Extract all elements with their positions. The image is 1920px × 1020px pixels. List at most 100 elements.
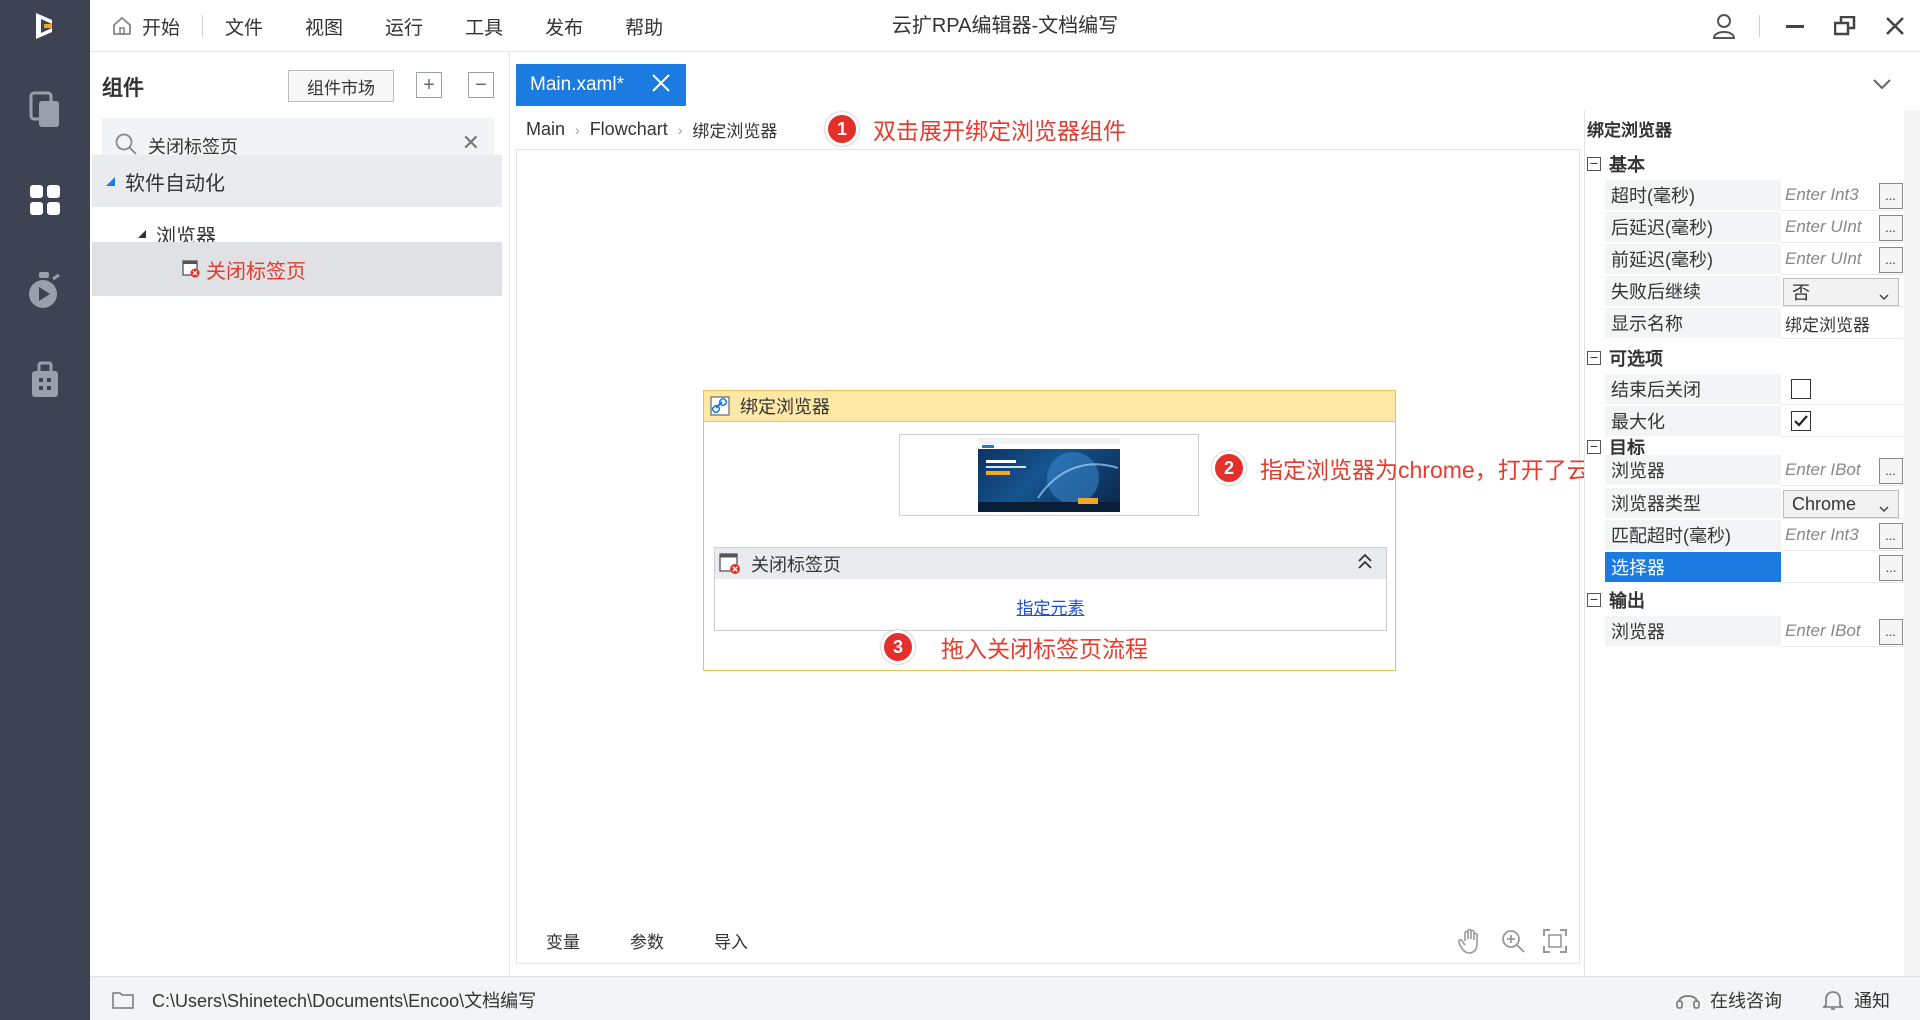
ellipsis-button[interactable]: ...: [1879, 458, 1903, 484]
indicate-element-link[interactable]: 指定元素: [715, 594, 1386, 619]
annotation-3: 3 拖入关闭标签页流程: [881, 630, 1148, 664]
prop-name: 结束后关闭: [1605, 374, 1781, 405]
prop-value-browser-type: Chrome: [1781, 488, 1903, 519]
tree-group-label: 软件自动化: [125, 172, 225, 195]
prop-row-continue-on-error: 失败后继续 否: [1605, 276, 1905, 308]
chevron-down-icon: [1878, 498, 1890, 519]
prop-value-display-name[interactable]: 绑定浏览器: [1781, 308, 1903, 339]
component-market-button[interactable]: 组件市场: [288, 70, 394, 102]
prop-value-delay-before[interactable]: Enter UInt ...: [1781, 244, 1903, 275]
section-label: 输出: [1609, 591, 1645, 611]
package-icon[interactable]: [0, 345, 90, 415]
annotation-badge: 3: [881, 630, 915, 664]
prop-row-output-browser: 浏览器 Enter IBot ...: [1605, 616, 1905, 648]
top-menu-bar: 云扩RPA编辑器-文档编写 开始 文件 视图 运行 工具 发布 帮助: [90, 0, 1920, 52]
properties-scrollbar[interactable]: [1904, 110, 1920, 976]
prop-value-browser[interactable]: Enter IBot ...: [1781, 455, 1903, 486]
zoom-icon[interactable]: [1492, 924, 1534, 958]
tab-main-xaml[interactable]: Main.xaml*: [516, 64, 686, 106]
main-menu: 开始 文件 视图 运行 工具 发布 帮助: [90, 0, 705, 52]
breadcrumb-flowchart[interactable]: Flowchart: [590, 119, 668, 140]
collapse-all-icon[interactable]: −: [468, 72, 494, 98]
tab-list-chevron-down-icon[interactable]: [1872, 74, 1892, 95]
continue-on-error-select[interactable]: 否: [1783, 278, 1899, 306]
tree-group-software-automation[interactable]: 软件自动化: [92, 155, 502, 207]
section-basic[interactable]: − 基本: [1587, 150, 1905, 178]
prop-value-continue-on-error: 否: [1781, 276, 1903, 307]
prop-value-timeout[interactable]: Enter Int3 ...: [1781, 180, 1903, 211]
headset-icon: [1676, 995, 1700, 1009]
components-icon[interactable]: [0, 165, 90, 235]
collapse-chevron-up-icon[interactable]: [1356, 552, 1374, 577]
fit-screen-icon[interactable]: [1534, 924, 1576, 958]
prop-name: 显示名称: [1605, 308, 1781, 339]
prop-row-timeout: 超时(毫秒) Enter Int3 ...: [1605, 180, 1905, 212]
left-rail: [0, 0, 90, 1020]
close-window-icon[interactable]: [1870, 0, 1920, 52]
browser-type-select[interactable]: Chrome: [1783, 490, 1899, 518]
tab-variables[interactable]: 变量: [546, 928, 580, 953]
ellipsis-button[interactable]: ...: [1879, 523, 1903, 549]
robot-icon[interactable]: [0, 255, 90, 325]
minimize-icon[interactable]: [1770, 0, 1820, 52]
close-tab-activity-header[interactable]: 关闭标签页: [715, 548, 1386, 579]
section-target[interactable]: − 目标: [1587, 438, 1905, 458]
menu-view[interactable]: 视图: [305, 13, 343, 40]
app-logo-icon: [0, 0, 90, 52]
prop-name[interactable]: 选择器: [1605, 552, 1781, 583]
prop-name: 失败后继续: [1605, 276, 1781, 307]
home-icon: [113, 16, 131, 35]
user-icon[interactable]: [1699, 0, 1749, 52]
tab-imports[interactable]: 导入: [714, 928, 748, 953]
clear-search-icon[interactable]: ✕: [462, 130, 480, 156]
link-icon: [710, 396, 730, 421]
restore-icon[interactable]: [1820, 0, 1870, 52]
menu-run[interactable]: 运行: [385, 13, 423, 40]
menu-file[interactable]: 文件: [225, 13, 263, 40]
browser-screenshot-preview[interactable]: [899, 434, 1199, 516]
ellipsis-button[interactable]: ...: [1879, 215, 1903, 241]
close-tab-activity-title: 关闭标签页: [751, 554, 841, 575]
menu-help[interactable]: 帮助: [625, 13, 663, 40]
section-optional[interactable]: − 可选项: [1587, 344, 1905, 372]
ellipsis-button[interactable]: ...: [1879, 555, 1903, 581]
ellipsis-button[interactable]: ...: [1879, 619, 1903, 645]
expanded-triangle-icon: [106, 176, 115, 186]
tree-item-label: 关闭标签页: [206, 260, 306, 283]
menu-publish[interactable]: 发布: [545, 13, 583, 40]
section-output[interactable]: − 输出: [1587, 586, 1905, 614]
prop-name: 后延迟(毫秒): [1605, 212, 1781, 243]
annotation-badge: 1: [825, 112, 859, 146]
collapse-box-icon: −: [1587, 439, 1601, 454]
bind-browser-activity[interactable]: 绑定浏览器 关闭标签页 指定元素: [703, 390, 1396, 671]
annotation-badge: 2: [1212, 451, 1246, 485]
prop-row-delay-after: 后延迟(毫秒) Enter UInt ...: [1605, 212, 1905, 244]
chevron-down-icon: [1878, 286, 1890, 307]
online-consult-button[interactable]: 在线咨询: [1676, 987, 1782, 1013]
tab-label: Main.xaml*: [530, 74, 624, 95]
ellipsis-button[interactable]: ...: [1879, 183, 1903, 209]
prop-value-output-browser[interactable]: Enter IBot ...: [1781, 616, 1903, 647]
breadcrumb-main[interactable]: Main: [526, 119, 565, 140]
close-tab-activity[interactable]: 关闭标签页 指定元素: [714, 547, 1387, 631]
maximize-checkbox[interactable]: [1791, 411, 1811, 431]
expand-all-icon[interactable]: +: [416, 72, 442, 98]
prop-value-selector[interactable]: ...: [1781, 552, 1903, 583]
activity-header[interactable]: 绑定浏览器: [704, 391, 1395, 422]
prop-row-delay-before: 前延迟(毫秒) Enter UInt ...: [1605, 244, 1905, 276]
prop-value-maximize: [1781, 406, 1903, 437]
tab-arguments[interactable]: 参数: [630, 928, 664, 953]
tree-item-close-tab[interactable]: 关闭标签页: [92, 242, 502, 296]
ellipsis-button[interactable]: ...: [1879, 247, 1903, 273]
documents-icon[interactable]: [0, 75, 90, 145]
menu-home[interactable]: 开始: [90, 0, 202, 52]
prop-value-delay-after[interactable]: Enter UInt ...: [1781, 212, 1903, 243]
prop-value-match-timeout[interactable]: Enter Int3 ...: [1781, 520, 1903, 551]
close-tab-icon[interactable]: [650, 72, 672, 100]
pan-hand-icon[interactable]: [1450, 924, 1492, 958]
breadcrumb-current[interactable]: 绑定浏览器: [692, 117, 777, 142]
prop-name: 匹配超时(毫秒): [1605, 520, 1781, 551]
menu-tools[interactable]: 工具: [465, 13, 503, 40]
notifications-button[interactable]: 通知: [1822, 987, 1890, 1013]
close-after-checkbox[interactable]: [1791, 379, 1811, 399]
